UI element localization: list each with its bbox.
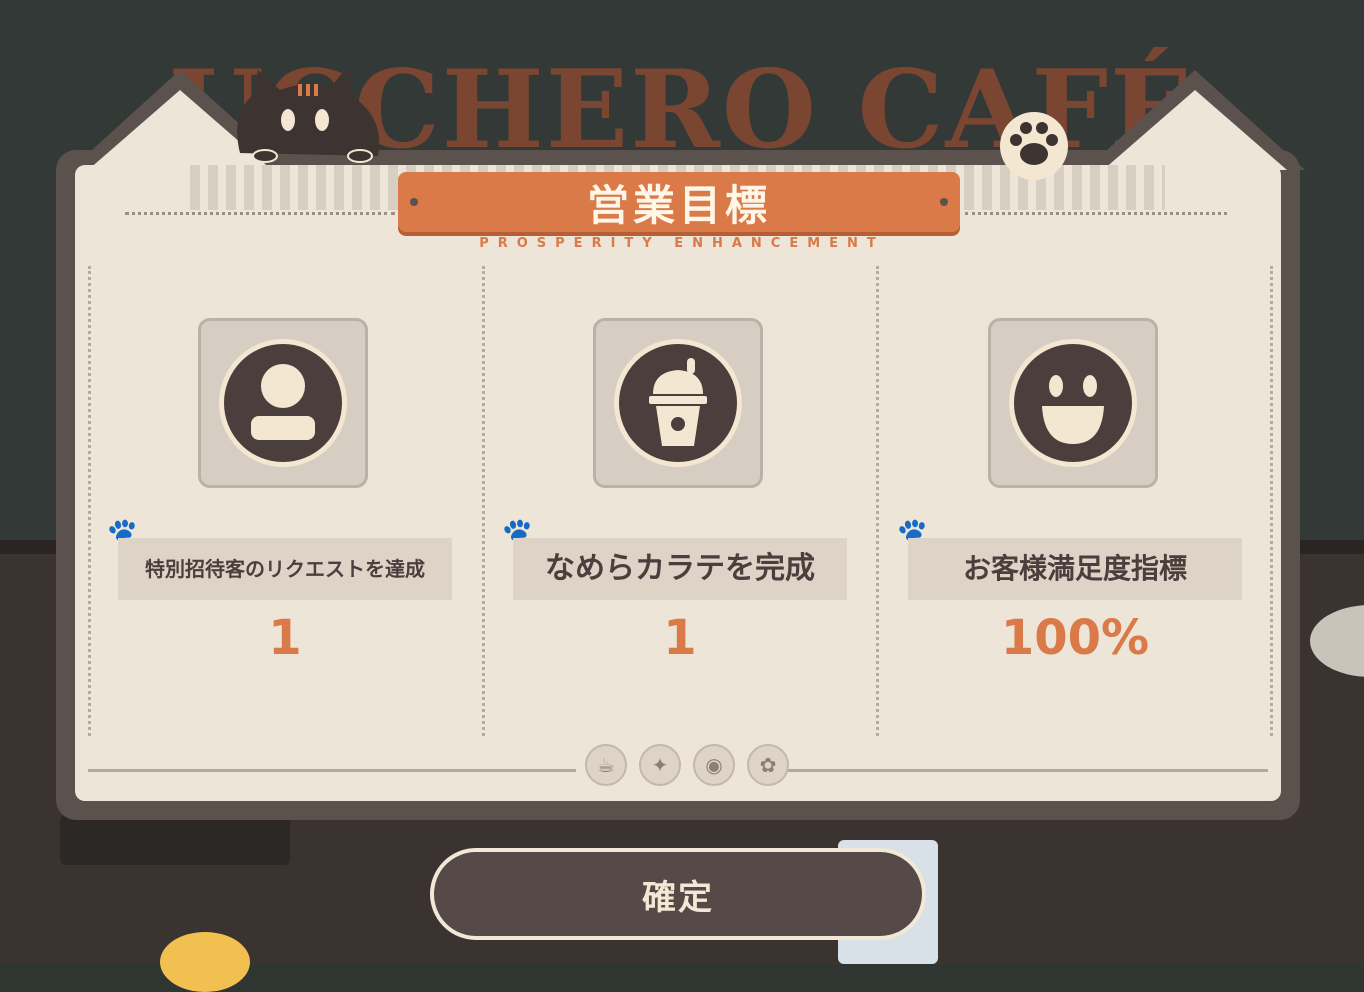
column-divider [1270, 266, 1273, 736]
goal-value: 1 [663, 610, 697, 666]
dotted-divider-right [965, 212, 1227, 215]
goal-value: 1 [268, 610, 302, 666]
panel-title: 営業目標 [586, 180, 771, 230]
goal-label: 特別招待客のリクエストを達成 [118, 538, 452, 600]
guest-icon [251, 364, 315, 440]
goal-label: なめらカラテを完成 [513, 538, 847, 600]
coffee-cup-icon: ☕ [585, 744, 627, 786]
goal-icon-box [988, 318, 1158, 488]
footer-line-left [88, 769, 576, 772]
title-banner: 営業目標 [398, 172, 960, 232]
footer-line-right [782, 769, 1268, 772]
banner-rivet-left [410, 198, 418, 206]
confirm-button[interactable]: 確定 [430, 848, 926, 940]
goal-icon-box [198, 318, 368, 488]
paw-print-icon [1000, 112, 1068, 180]
banner-rivet-right [940, 198, 948, 206]
goal-value: 100% [1000, 610, 1150, 666]
fish-bone-icon: ✦ [639, 744, 681, 786]
paw-icon: ✿ [747, 744, 789, 786]
drink-cup-icon [649, 358, 707, 446]
dotted-divider-left [125, 212, 395, 215]
goal-card-guest-request: 🐾 特別招待客のリクエストを達成 1 [80, 260, 452, 720]
cat-ear-right-inner [1103, 90, 1287, 170]
goal-card-latte: 🐾 なめらカラテを完成 1 [475, 260, 847, 720]
footer-icons: ☕ ✦ ◉ ✿ [585, 744, 789, 786]
smile-face-icon [1042, 375, 1104, 444]
goal-card-satisfaction: 🐾 お客様満足度指標 100% [870, 260, 1242, 720]
panel-subtitle: PROSPERITY ENHANCEMENT [479, 236, 885, 251]
cat-face-icon: ◉ [693, 744, 735, 786]
goal-label: お客様満足度指標 [908, 538, 1242, 600]
goal-icon-box [593, 318, 763, 488]
cat-mascot-icon [237, 66, 380, 163]
lemon [160, 932, 250, 992]
tray [60, 815, 290, 865]
